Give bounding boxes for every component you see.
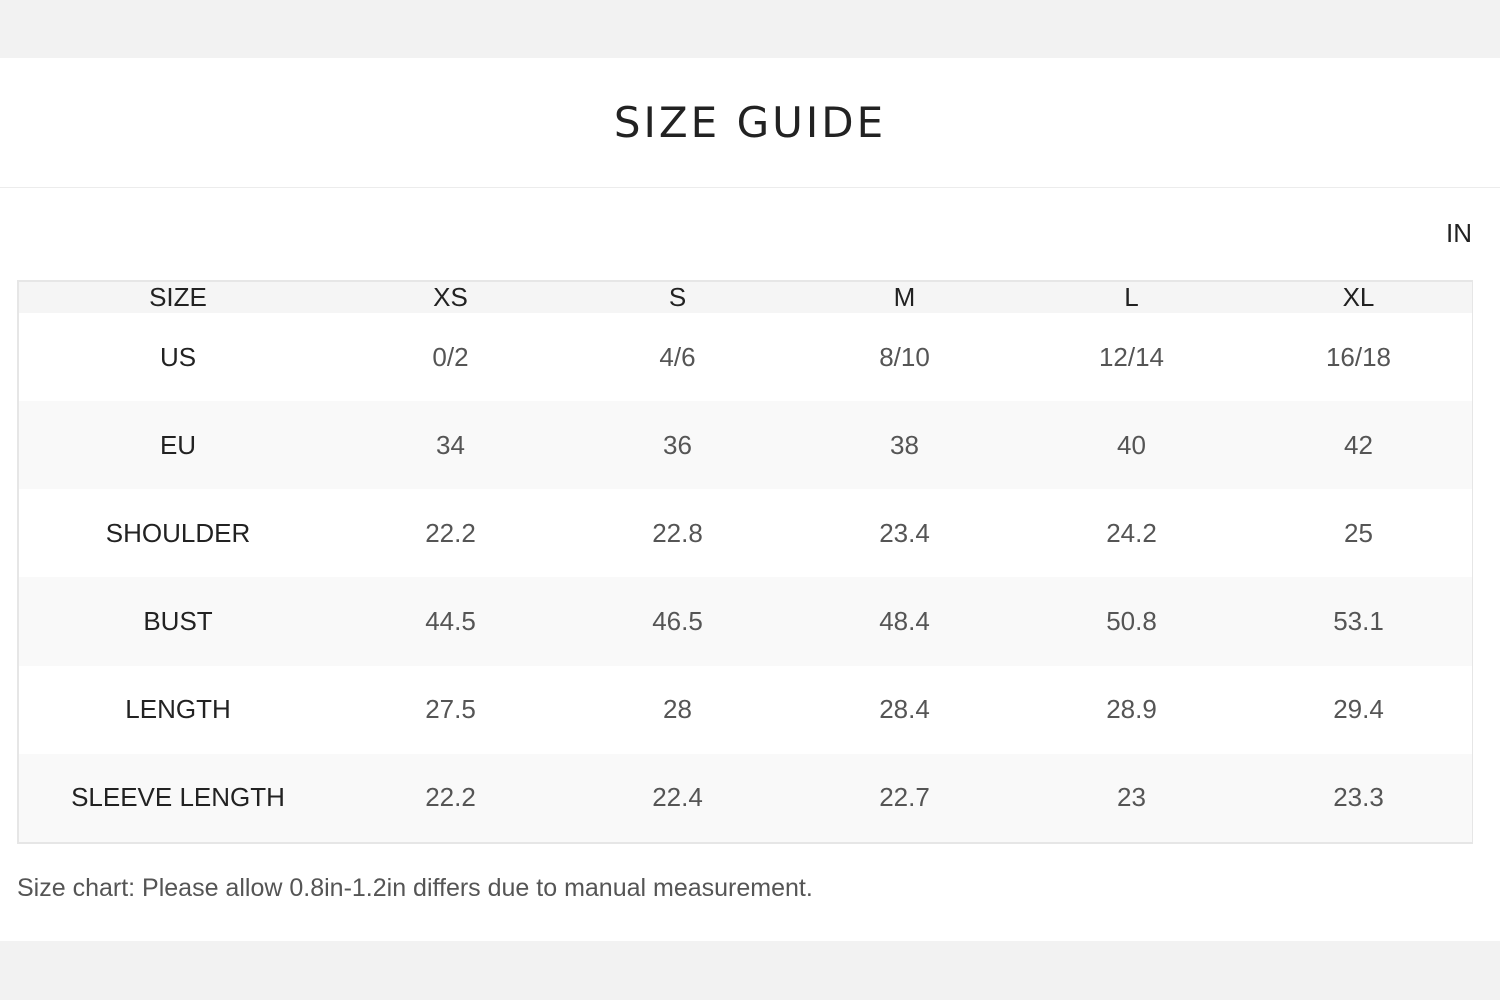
- table-cell: 40: [1117, 429, 1146, 460]
- column-header: S: [668, 282, 687, 312]
- size-guide-panel: SIZE GUIDE IN SIZE XS S M L XL US 0/2 4/…: [0, 58, 1500, 941]
- size-table-container: SIZE XS S M L XL US 0/2 4/6 8/10 12/14 1…: [17, 280, 1473, 844]
- table-row: SLEEVE LENGTH 22.2 22.4 22.7 23 23.3: [19, 753, 1472, 842]
- table-cell: 23: [1117, 782, 1146, 813]
- table-cell: 27.5: [425, 694, 476, 725]
- table-cell: 23.4: [879, 517, 930, 548]
- row-label: SLEEVE LENGTH: [71, 782, 285, 813]
- table-cell: 24.2: [1106, 517, 1157, 548]
- table-row: EU 34 36 38 40 42: [19, 401, 1472, 490]
- table-cell: 22.7: [879, 782, 930, 813]
- table-cell: 46.5: [652, 606, 703, 637]
- table-row: SHOULDER 22.2 22.8 23.4 24.2 25: [19, 489, 1472, 578]
- table-row: US 0/2 4/6 8/10 12/14 16/18: [19, 313, 1472, 402]
- table-row: LENGTH 27.5 28 28.4 28.9 29.4: [19, 665, 1472, 754]
- table-cell: 48.4: [879, 606, 930, 637]
- table-cell: 28: [663, 694, 692, 725]
- title-bar: SIZE GUIDE: [0, 58, 1500, 188]
- table-cell: 38: [890, 429, 919, 460]
- table-cell: 0/2: [432, 341, 469, 372]
- measurement-note: Size chart: Please allow 0.8in-1.2in dif…: [17, 874, 813, 902]
- table-cell: 25: [1344, 517, 1373, 548]
- table-row: BUST 44.5 46.5 48.4 50.8 53.1: [19, 577, 1472, 666]
- table-cell: 53.1: [1333, 606, 1384, 637]
- column-header: L: [1124, 282, 1139, 312]
- row-label: EU: [159, 429, 197, 460]
- column-header: XL: [1342, 282, 1375, 312]
- table-cell: 23.3: [1333, 782, 1384, 813]
- table-cell: 42: [1344, 429, 1373, 460]
- row-label: BUST: [143, 606, 213, 637]
- unit-toggle[interactable]: IN: [1446, 218, 1472, 249]
- table-cell: 8/10: [879, 341, 930, 372]
- page-title: SIZE GUIDE: [613, 98, 887, 147]
- table-cell: 34: [436, 429, 465, 460]
- table-cell: 44.5: [425, 606, 476, 637]
- table-cell: 36: [663, 429, 692, 460]
- row-label: US: [159, 341, 197, 372]
- column-header: SIZE: [149, 282, 207, 312]
- table-cell: 28.9: [1106, 694, 1157, 725]
- size-table: SIZE XS S M L XL US 0/2 4/6 8/10 12/14 1…: [19, 282, 1472, 842]
- table-header-row: SIZE XS S M L XL: [19, 282, 1472, 313]
- column-header: XS: [433, 282, 468, 312]
- row-label: LENGTH: [125, 694, 231, 725]
- row-label: SHOULDER: [105, 517, 251, 548]
- table-cell: 12/14: [1098, 341, 1165, 372]
- table-cell: 28.4: [879, 694, 930, 725]
- table-cell: 50.8: [1106, 606, 1157, 637]
- table-cell: 16/18: [1325, 341, 1392, 372]
- table-cell: 29.4: [1333, 694, 1384, 725]
- table-cell: 4/6: [659, 341, 696, 372]
- table-cell: 22.2: [425, 517, 476, 548]
- table-cell: 22.2: [425, 782, 476, 813]
- column-header: M: [893, 282, 916, 312]
- table-cell: 22.4: [652, 782, 703, 813]
- table-cell: 22.8: [652, 517, 703, 548]
